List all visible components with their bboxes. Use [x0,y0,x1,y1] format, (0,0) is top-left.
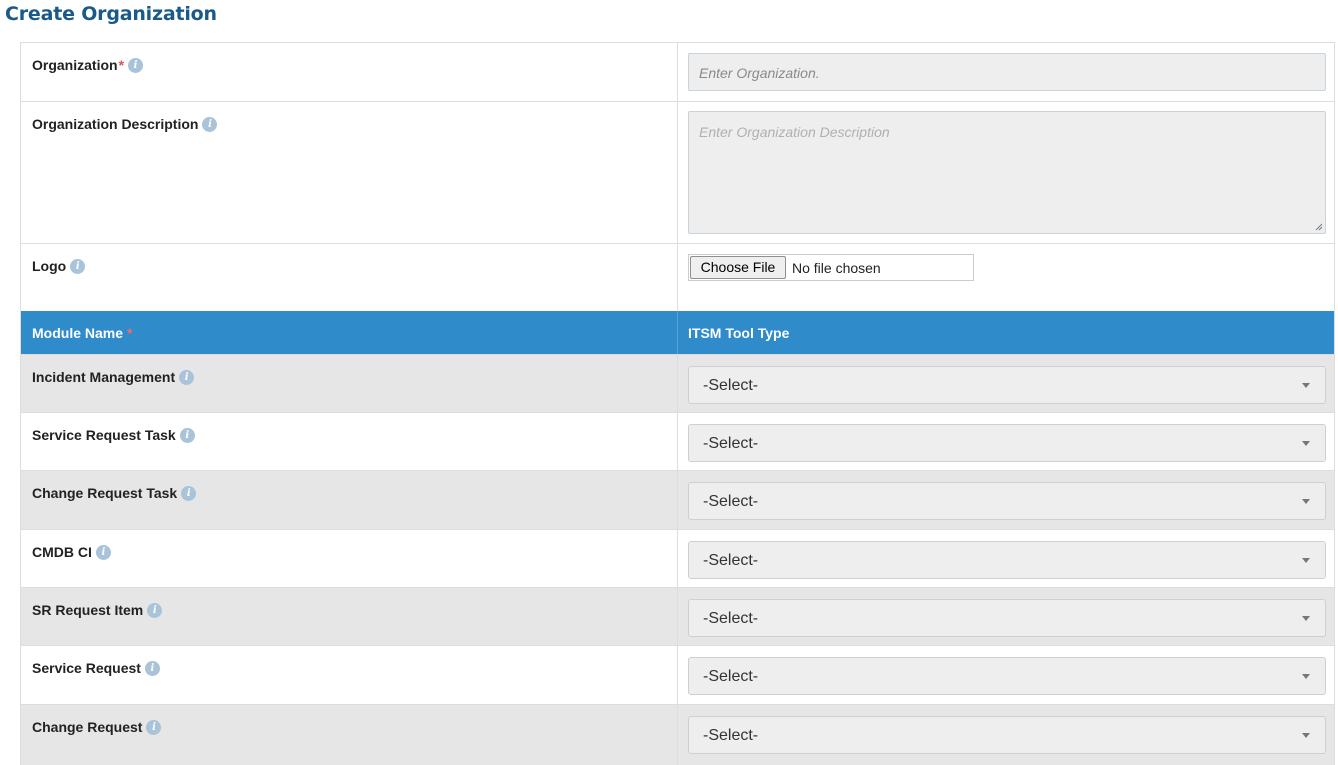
module-row-service-request: Service Request i -Select- [21,645,1334,704]
chevron-down-icon [1302,674,1310,679]
module-row-sr-request-item: SR Request Item i -Select- [21,587,1334,645]
itsm-tool-type-select[interactable]: -Select- [688,482,1326,520]
module-name-label: Service Request i [32,660,160,676]
itsm-tool-type-select[interactable]: -Select- [688,541,1326,579]
select-value: -Select- [703,668,759,685]
required-asterisk: * [127,325,133,341]
info-icon[interactable]: i [70,258,86,274]
module-name-label: CMDB CI i [32,544,111,560]
info-icon[interactable]: i [146,719,162,735]
info-icon[interactable]: i [144,660,160,676]
module-name-cell: Change Request i [21,705,678,765]
logo-label-cell: Logo i [21,244,678,311]
logo-row: Logo i Choose File No file chosen [21,243,1334,311]
file-status: No file chosen [792,260,881,276]
header-divider [677,311,678,354]
select-value: -Select- [703,727,759,744]
module-row-incident-management: Incident Management i -Select- [21,354,1334,412]
module-name-header: Module Name * [32,325,133,341]
module-name-cell: Service Request i [21,646,678,704]
module-name-label: Incident Management i [32,369,195,385]
resize-grip-icon[interactable] [1315,223,1323,231]
itsm-tool-type-select[interactable]: -Select- [688,424,1326,462]
module-row-change-request-task: Change Request Task i -Select- [21,470,1334,529]
chevron-down-icon [1302,733,1310,738]
module-row-cmdb-ci: CMDB CI i -Select- [21,529,1334,587]
organization-row: Organization * i Enter Organization. [21,42,1334,101]
organization-description-label: Organization Description i [32,116,218,132]
select-value: -Select- [703,552,759,569]
module-name-cell: Incident Management i [21,355,678,412]
module-name-cell: CMDB CI i [21,530,678,587]
organization-input[interactable]: Enter Organization. [688,53,1326,91]
select-value: -Select- [703,377,759,394]
itsm-tool-type-select[interactable]: -Select- [688,599,1326,637]
info-icon[interactable]: i [147,602,163,618]
organization-label-cell: Organization * i [21,43,678,101]
module-name-cell: Service Request Task i [21,413,678,470]
module-name-cell: Change Request Task i [21,471,678,529]
module-name-label: Service Request Task i [32,427,195,443]
organization-form: Organization * i Enter Organization. Orga… [20,42,1335,765]
organization-label: Organization * i [32,57,144,73]
module-row-service-request-task: Service Request Task i -Select- [21,412,1334,470]
chevron-down-icon [1302,383,1310,388]
module-name-label: SR Request Item i [32,602,163,618]
info-icon[interactable]: i [202,116,218,132]
description-label-cell: Organization Description i [21,102,678,243]
select-value: -Select- [703,610,759,627]
organization-description-textarea[interactable]: Enter Organization Description [688,111,1326,234]
chevron-down-icon [1302,441,1310,446]
itsm-tool-type-select[interactable]: -Select- [688,657,1326,695]
select-value: -Select- [703,435,759,452]
page-title: Create Organization [5,3,217,25]
logo-file-input[interactable]: Choose File No file chosen [688,254,974,281]
info-icon[interactable]: i [95,544,111,560]
chevron-down-icon [1302,499,1310,504]
module-name-label: Change Request i [32,719,162,735]
organization-input-placeholder: Enter Organization. [699,65,820,81]
chevron-down-icon [1302,558,1310,563]
info-icon[interactable]: i [181,485,197,501]
info-icon[interactable]: i [179,369,195,385]
itsm-tool-type-header: ITSM Tool Type [688,325,790,341]
itsm-tool-type-select[interactable]: -Select- [688,366,1326,404]
info-icon[interactable]: i [179,427,195,443]
logo-label: Logo i [32,258,86,274]
modules-table-header: Module Name * ITSM Tool Type [21,311,1334,354]
module-name-label: Change Request Task i [32,485,197,501]
description-placeholder: Enter Organization Description [699,124,890,140]
organization-description-row: Organization Description i Enter Organiz… [21,101,1334,243]
info-icon[interactable]: i [128,57,144,73]
choose-file-button[interactable]: Choose File [690,256,786,279]
required-asterisk: * [118,57,125,73]
itsm-tool-type-select[interactable]: -Select- [688,716,1326,754]
module-row-change-request: Change Request i -Select- [21,704,1334,765]
module-name-cell: SR Request Item i [21,588,678,645]
chevron-down-icon [1302,616,1310,621]
select-value: -Select- [703,493,759,510]
